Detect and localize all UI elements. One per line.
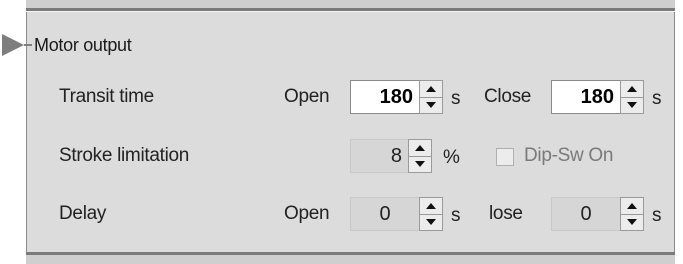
delay-open-spin-buttons: [419, 197, 443, 231]
triangle-down-icon: [426, 219, 436, 226]
transit-open-up-button[interactable]: [419, 80, 443, 98]
transit-open-down-button[interactable]: [419, 97, 443, 114]
top-separator-highlight: [26, 11, 675, 12]
delay-label: Delay: [59, 203, 107, 224]
transit-open-label: Open: [284, 86, 330, 107]
transit-open-unit: s: [451, 88, 461, 109]
triangle-up-icon: [426, 85, 436, 92]
delay-open-label: Open: [284, 203, 330, 224]
delay-open-spinner[interactable]: 0: [350, 197, 443, 231]
delay-close-value[interactable]: 0: [551, 197, 620, 231]
transit-open-spinner[interactable]: 180: [350, 80, 443, 114]
transit-close-spin-buttons: [620, 80, 644, 114]
stroke-limitation-down-button[interactable]: [408, 156, 432, 173]
dip-sw-label: Dip-Sw On: [524, 145, 614, 166]
transit-close-spinner[interactable]: 180: [551, 80, 644, 114]
stroke-limitation-unit: %: [443, 147, 460, 168]
delay-close-spinner[interactable]: 0: [551, 197, 644, 231]
section-arrow-icon: [2, 34, 24, 56]
triangle-down-icon: [426, 102, 436, 109]
dip-sw-checkbox[interactable]: [496, 148, 514, 166]
section-title: Motor output: [34, 35, 132, 55]
delay-open-unit: s: [451, 205, 461, 226]
transit-open-value[interactable]: 180: [350, 80, 419, 114]
delay-open-up-button[interactable]: [419, 197, 443, 215]
section-arrow-connector: [24, 44, 32, 46]
delay-open-value[interactable]: 0: [350, 197, 419, 231]
delay-close-down-button[interactable]: [620, 214, 644, 231]
transit-close-down-button[interactable]: [620, 97, 644, 114]
delay-open-down-button[interactable]: [419, 214, 443, 231]
transit-close-value[interactable]: 180: [551, 80, 620, 114]
stroke-limitation-spinner[interactable]: 8: [350, 139, 432, 173]
transit-close-label: Close: [484, 86, 532, 107]
triangle-up-icon: [627, 202, 637, 209]
triangle-down-icon: [415, 161, 425, 168]
stroke-limitation-spin-buttons: [408, 139, 432, 173]
triangle-up-icon: [627, 85, 637, 92]
triangle-up-icon: [426, 202, 436, 209]
delay-close-label: lose: [489, 203, 523, 224]
delay-close-unit: s: [652, 205, 662, 226]
triangle-down-icon: [627, 219, 637, 226]
transit-open-spin-buttons: [419, 80, 443, 114]
stroke-limitation-value[interactable]: 8: [350, 139, 408, 173]
stroke-limitation-up-button[interactable]: [408, 139, 432, 157]
transit-time-label: Transit time: [59, 86, 154, 107]
transit-close-unit: s: [652, 88, 662, 109]
stroke-limitation-label: Stroke limitation: [59, 145, 190, 166]
transit-close-up-button[interactable]: [620, 80, 644, 98]
top-band: [26, 0, 675, 8]
triangle-up-icon: [415, 144, 425, 151]
delay-close-up-button[interactable]: [620, 197, 644, 215]
bottom-band: [26, 255, 675, 264]
triangle-down-icon: [627, 102, 637, 109]
delay-close-spin-buttons: [620, 197, 644, 231]
